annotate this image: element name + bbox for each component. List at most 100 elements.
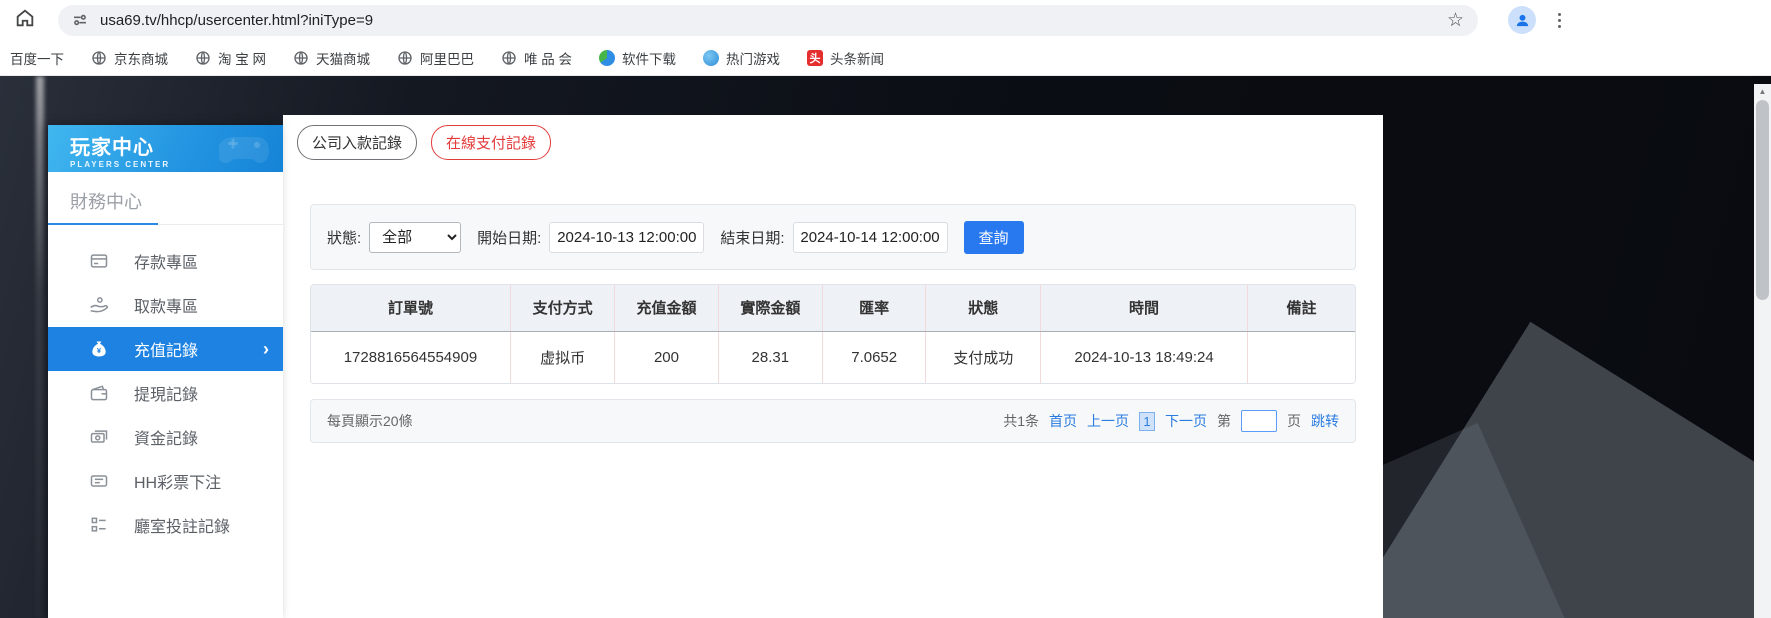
globe-icon <box>398 50 412 65</box>
sidebar-menu: 存款專區 取款專區 ¥ 充值記錄 › 提現記錄 資金記錄 HH彩票下注 廳室投註… <box>48 225 283 547</box>
current-page-badge[interactable]: 1 <box>1139 411 1155 431</box>
software-icon <box>599 49 616 66</box>
col-status: 狀態 <box>925 285 1042 332</box>
browser-toolbar: usa69.tv/hhcp/usercenter.html?iniType=9 … <box>0 0 1771 40</box>
main-content: 公司入款記錄 在線支付記錄 狀態: 全部 開始日期: 結束日期: 查詢 訂單號 … <box>283 115 1383 618</box>
sidebar-item-deposit[interactable]: 存款專區 <box>48 239 283 283</box>
cell-exchange-rate: 7.0652 <box>822 331 927 383</box>
globe-icon <box>196 50 210 65</box>
tab-company-deposit-records[interactable]: 公司入款記錄 <box>297 125 418 160</box>
bookmark-star-icon[interactable]: ☆ <box>1447 9 1464 32</box>
record-tabs: 公司入款記錄 在線支付記錄 <box>297 125 1356 160</box>
globe-icon <box>502 50 516 65</box>
start-date-input[interactable] <box>549 221 705 253</box>
sidebar-item-funds-records[interactable]: 資金記錄 <box>48 415 283 459</box>
globe-icon <box>294 50 308 65</box>
cell-payment-method: 虚拟币 <box>510 331 616 383</box>
home-icon[interactable] <box>14 7 36 34</box>
bookmark-taobao[interactable]: 淘 宝 网 <box>195 48 266 68</box>
site-info-icon[interactable] <box>72 12 88 28</box>
start-date-label: 開始日期: <box>477 229 542 247</box>
address-bar[interactable]: usa69.tv/hhcp/usercenter.html?iniType=9 … <box>58 4 1478 36</box>
records-table: 訂單號 支付方式 充值金額 實際金額 匯率 狀態 時間 備註 172881656… <box>310 284 1356 384</box>
scroll-up-arrow[interactable]: ▲ <box>1754 84 1771 99</box>
sidebar-item-label: 充值記錄 <box>134 343 199 360</box>
sidebar-item-label: 資金記錄 <box>134 431 199 448</box>
sidebar-item-room-bet-records[interactable]: 廳室投註記錄 <box>48 503 283 547</box>
bookmark-label: 软件下载 <box>622 51 677 67</box>
jump-suffix-label: 页 <box>1287 413 1301 429</box>
sidebar-item-recharge-records[interactable]: ¥ 充值記錄 › <box>48 327 283 371</box>
bookmark-label: 淘 宝 网 <box>218 51 267 67</box>
sidebar-item-label: HH彩票下注 <box>134 475 222 492</box>
jump-link[interactable]: 跳转 <box>1311 411 1339 431</box>
section-underline <box>48 223 158 225</box>
bookmark-software[interactable]: 软件下载 <box>599 48 676 68</box>
url-text[interactable]: usa69.tv/hhcp/usercenter.html?iniType=9 <box>100 12 1447 29</box>
bookmark-alibaba[interactable]: 阿里巴巴 <box>397 48 474 68</box>
end-date-label: 結束日期: <box>720 229 785 247</box>
sidebar-item-withdrawal-records[interactable]: 提現記錄 <box>48 371 283 415</box>
table-row: 1728816564554909 虚拟币 200 28.31 7.0652 支付… <box>311 331 1355 383</box>
bookmark-toutiao[interactable]: 头 头条新闻 <box>807 48 884 68</box>
bookmark-tmall[interactable]: 天猫商城 <box>293 48 370 68</box>
table-header-row: 訂單號 支付方式 充值金額 實際金額 匯率 狀態 時間 備註 <box>311 285 1355 332</box>
pagination-bar: 每頁顯示20條 共1条 首页 上一页 1 下一页 第 页 跳转 <box>310 399 1356 443</box>
tab-online-payment-records[interactable]: 在線支付記錄 <box>431 125 552 160</box>
wallet-icon <box>88 383 110 403</box>
sidebar: 玩家中心 PLAYERS CENTER 財務中心 存款專區 取款專區 ¥ 充值記… <box>48 125 283 618</box>
status-select[interactable]: 全部 <box>369 221 462 253</box>
sidebar-item-label: 提現記錄 <box>134 387 199 404</box>
bookmark-vip[interactable]: 唯 品 会 <box>501 48 572 68</box>
browser-menu-icon[interactable] <box>1558 12 1561 28</box>
bookmark-label: 热门游戏 <box>726 51 781 67</box>
next-page-link[interactable]: 下一页 <box>1165 411 1207 431</box>
status-label: 狀態: <box>327 229 362 247</box>
globe-icon <box>92 50 106 65</box>
prev-page-link[interactable]: 上一页 <box>1087 411 1129 431</box>
end-date-input[interactable] <box>792 221 948 253</box>
ticket-list-icon <box>88 471 110 491</box>
col-order-number: 訂單號 <box>311 285 511 332</box>
bookmark-label: 天猫商城 <box>316 51 371 67</box>
first-page-link[interactable]: 首页 <box>1049 411 1077 431</box>
bookmark-label: 阿里巴巴 <box>420 51 475 67</box>
sidebar-item-label: 存款專區 <box>134 255 199 272</box>
profile-avatar[interactable] <box>1508 6 1536 34</box>
gamepad-icon <box>217 131 271 172</box>
bookmark-label: 百度一下 <box>10 51 64 67</box>
cell-remark <box>1247 331 1355 383</box>
scrollbar-thumb[interactable] <box>1756 100 1769 300</box>
finance-center-label: 財務中心 <box>70 192 142 212</box>
total-count-text: 共1条 <box>1003 413 1039 429</box>
bookmark-label: 唯 品 会 <box>524 51 573 67</box>
col-time: 時間 <box>1040 285 1248 332</box>
vertical-scrollbar[interactable]: ▲ <box>1754 84 1771 618</box>
cell-order-number: 1728816564554909 <box>311 331 511 383</box>
game-icon <box>703 49 720 66</box>
cell-status: 支付成功 <box>925 331 1042 383</box>
money-bag-icon: ¥ <box>88 339 110 359</box>
col-actual-amount: 實際金額 <box>718 285 824 332</box>
col-exchange-rate: 匯率 <box>822 285 927 332</box>
col-payment-method: 支付方式 <box>510 285 616 332</box>
sidebar-item-label: 取款專區 <box>134 299 199 316</box>
background-light-streak <box>36 76 44 618</box>
bookmark-baidu[interactable]: 百度一下 <box>10 48 64 68</box>
bookmark-label: 京东商城 <box>114 51 168 67</box>
sidebar-item-label: 廳室投註記錄 <box>134 519 231 536</box>
search-button[interactable]: 查詢 <box>963 220 1024 254</box>
page-size-text: 每頁顯示20條 <box>327 413 413 429</box>
bookmark-games[interactable]: 热门游戏 <box>703 48 780 68</box>
banknotes-icon <box>88 427 110 447</box>
jump-prefix-label: 第 <box>1217 413 1231 429</box>
cell-actual-amount: 28.31 <box>718 331 824 383</box>
col-recharge-amount: 充值金額 <box>614 285 719 332</box>
toutiao-icon: 头 <box>807 49 824 66</box>
bookmarks-bar: 百度一下 京东商城 淘 宝 网 天猫商城 阿里巴巴 唯 品 会 软件下载 热门游… <box>0 40 1771 76</box>
page-jump-input[interactable] <box>1241 410 1277 432</box>
bookmark-jd[interactable]: 京东商城 <box>91 48 168 68</box>
sidebar-item-hh-lottery-bets[interactable]: HH彩票下注 <box>48 459 283 503</box>
sidebar-header: 玩家中心 PLAYERS CENTER <box>48 125 283 172</box>
sidebar-item-withdraw[interactable]: 取款專區 <box>48 283 283 327</box>
